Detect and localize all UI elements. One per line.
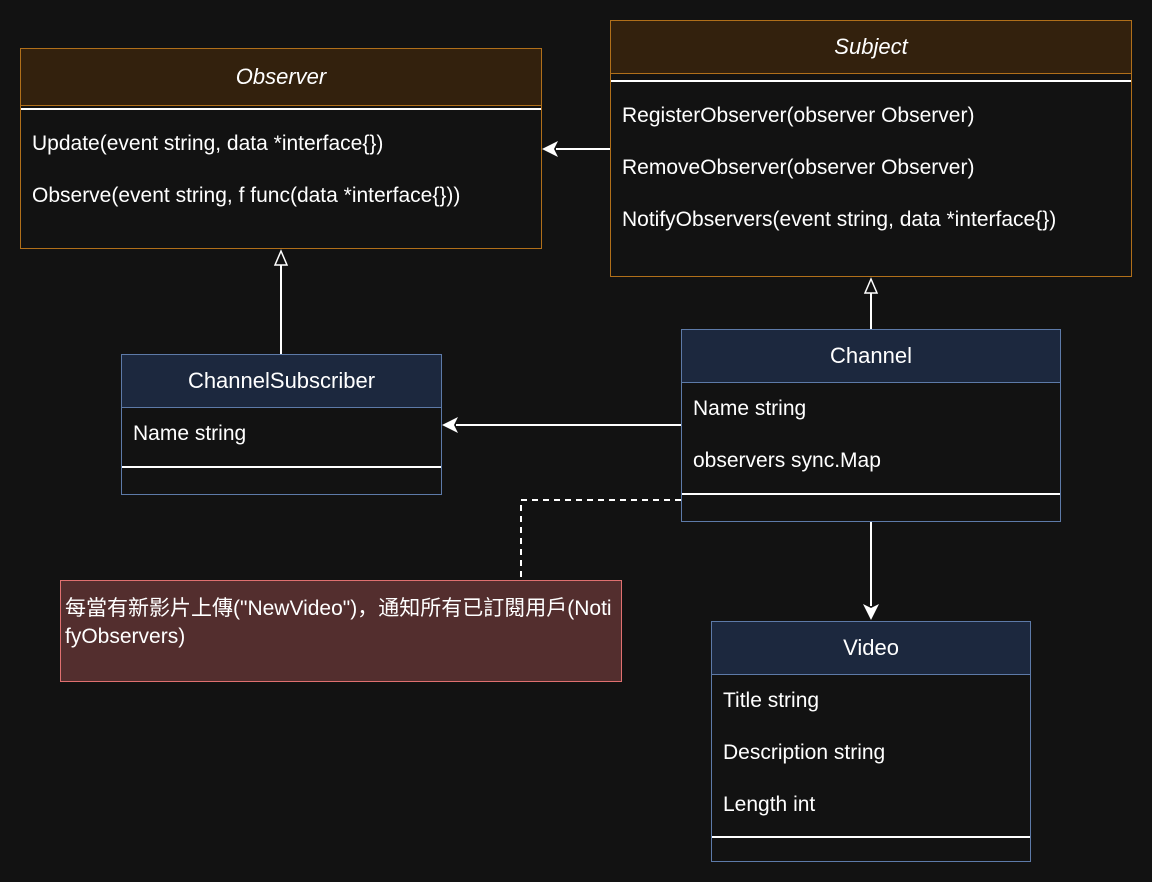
channel-class-separator — [682, 493, 1060, 495]
channel-field-observers: observers sync.Map — [693, 449, 881, 472]
channel-channelsubscriber-association — [442, 417, 681, 433]
observer-class[interactable]: Observer Update(event string, data *inte… — [20, 48, 542, 249]
subject-class-separator — [611, 80, 1131, 82]
video-class-title: Video — [712, 622, 1030, 675]
notification-note[interactable]: 每當有新影片上傳("NewVideo")，通知所有已訂閱用戶(NotifyObs… — [60, 580, 622, 682]
subject-class-title: Subject — [611, 21, 1131, 74]
video-field-title: Title string — [723, 689, 820, 712]
channelsubscriber-field-name: Name string — [133, 422, 247, 445]
video-field-length: Length int — [723, 793, 816, 816]
subject-class[interactable]: Subject RegisterObserver(observer Observ… — [610, 20, 1132, 277]
observer-method-observe: Observe(event string, f func(data *inter… — [32, 184, 461, 207]
channelsubscriber-class-separator — [122, 466, 441, 468]
subject-method-remove: RemoveObserver(observer Observer) — [622, 156, 975, 179]
subject-method-notify: NotifyObservers(event string, data *inte… — [622, 208, 1057, 231]
observer-class-separator — [21, 108, 541, 110]
channel-class-title: Channel — [682, 330, 1060, 383]
video-field-description: Description string — [723, 741, 886, 764]
channel-field-name: Name string — [693, 397, 807, 420]
subject-method-register: RegisterObserver(observer Observer) — [622, 104, 975, 127]
video-class[interactable]: Video Title string Description string Le… — [711, 621, 1031, 862]
observer-method-update: Update(event string, data *interface{}) — [32, 132, 384, 155]
video-class-separator — [712, 836, 1030, 838]
observer-class-title: Observer — [21, 49, 541, 106]
channel-video-association — [863, 521, 879, 620]
note-anchor-line — [520, 499, 681, 580]
channel-implements-subject — [863, 277, 879, 329]
channelsubscriber-class[interactable]: ChannelSubscriber Name string — [121, 354, 442, 495]
channelsubscriber-class-title: ChannelSubscriber — [122, 355, 441, 408]
subject-observer-association — [542, 141, 610, 157]
channelsubscriber-implements-observer — [273, 249, 289, 355]
channel-class[interactable]: Channel Name string observers sync.Map — [681, 329, 1061, 522]
